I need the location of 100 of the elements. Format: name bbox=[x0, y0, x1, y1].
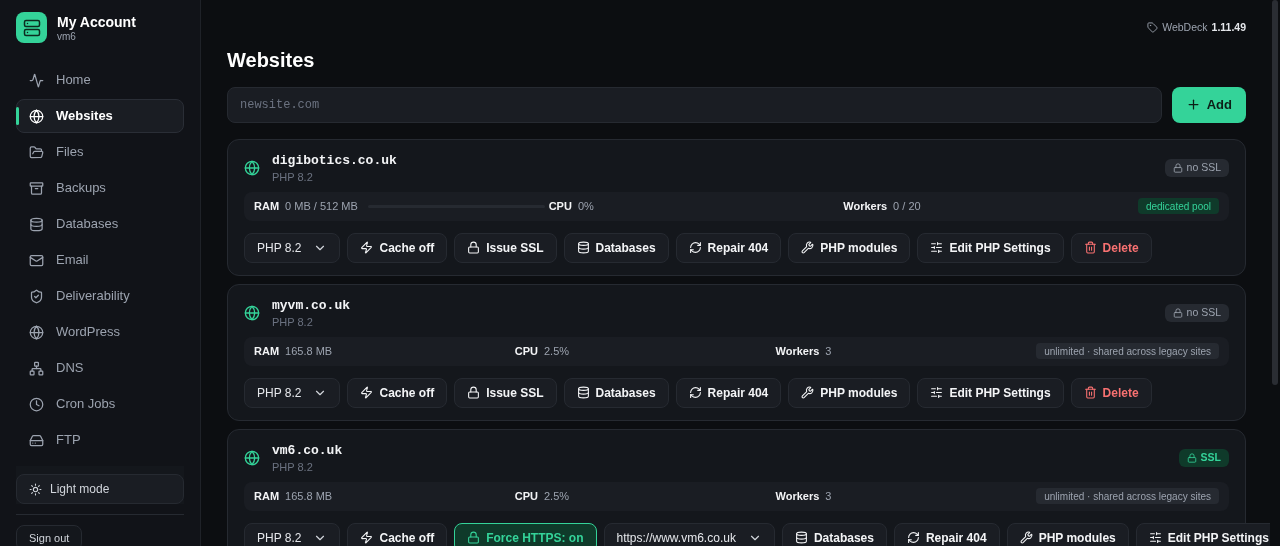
active-indicator bbox=[16, 107, 19, 125]
stat-label: CPU bbox=[514, 344, 538, 359]
account-title: My Account bbox=[57, 13, 136, 31]
wrench-icon bbox=[801, 386, 815, 400]
ssl-badge: SSL bbox=[1178, 448, 1229, 467]
settings-button[interactable]: Edit PHP Settings bbox=[917, 377, 1064, 408]
cache-button[interactable]: Cache off bbox=[347, 522, 448, 546]
settings-button[interactable]: Edit PHP Settings bbox=[917, 232, 1064, 263]
network-icon bbox=[29, 360, 44, 376]
stat-label: RAM bbox=[254, 199, 280, 214]
delete-button[interactable]: Delete bbox=[1070, 232, 1152, 263]
sidebar-item[interactable]: Backups bbox=[16, 171, 184, 205]
pool-tag: dedicated pool bbox=[1137, 198, 1219, 215]
select-dropdown[interactable]: https://www.vm6.co.uk bbox=[603, 522, 775, 546]
lock-icon bbox=[1172, 307, 1183, 318]
cache-button[interactable]: Cache off bbox=[347, 377, 448, 408]
trash-icon bbox=[1083, 386, 1097, 400]
databases-button[interactable]: Databases bbox=[563, 377, 669, 408]
domain-input[interactable]: newsite.com bbox=[227, 86, 1162, 123]
force-https-toggle[interactable]: Force HTTPS: on bbox=[454, 522, 597, 546]
site-domain: vm6.co.uk bbox=[272, 441, 343, 460]
tag-icon bbox=[1147, 22, 1159, 34]
account-subtitle: vm6 bbox=[57, 30, 77, 42]
sliders-icon bbox=[930, 241, 944, 255]
cache-button[interactable]: Cache off bbox=[347, 232, 448, 263]
lock-icon bbox=[1186, 452, 1197, 463]
clock-icon bbox=[29, 396, 44, 412]
page-title: Websites bbox=[227, 47, 315, 73]
sidebar-item[interactable]: Email bbox=[16, 243, 184, 277]
settings-button[interactable]: Edit PHP Settings bbox=[1135, 522, 1270, 546]
product-name: WebDeck bbox=[1162, 20, 1208, 35]
sidebar-item[interactable]: DNS bbox=[16, 351, 184, 385]
refresh-icon bbox=[906, 531, 920, 545]
php-version: PHP 8.2 bbox=[272, 169, 314, 184]
scrollbar-thumb[interactable] bbox=[1272, 0, 1278, 385]
mail-icon bbox=[29, 252, 44, 268]
repair-button[interactable]: Repair 404 bbox=[893, 522, 1000, 546]
php-version: PHP 8.2 bbox=[272, 314, 314, 329]
database-icon bbox=[576, 386, 590, 400]
sign-out-button[interactable]: Sign out bbox=[16, 525, 83, 546]
select-dropdown[interactable]: PHP 8.2 bbox=[244, 522, 341, 546]
stat-label: Workers bbox=[843, 199, 888, 214]
sidebar-item[interactable]: Files bbox=[16, 135, 184, 169]
modules-button[interactable]: PHP modules bbox=[788, 377, 911, 408]
php-version: PHP 8.2 bbox=[272, 459, 314, 474]
databases-button[interactable]: Databases bbox=[781, 522, 887, 546]
sliders-icon bbox=[930, 386, 944, 400]
sidebar-item[interactable]: Databases bbox=[16, 207, 184, 241]
stat-value: 2.5% bbox=[544, 344, 570, 359]
lock-icon bbox=[1172, 162, 1183, 173]
pool-tag: unlimited · shared across legacy sites bbox=[1036, 488, 1219, 505]
shield-icon bbox=[29, 288, 44, 304]
sidebar-item[interactable]: Home bbox=[16, 63, 184, 97]
sun-icon bbox=[29, 482, 42, 496]
sidebar-item[interactable]: Deliverability bbox=[16, 279, 184, 313]
sidebar-item[interactable]: Cron Jobs bbox=[16, 387, 184, 421]
version-number: 1.11.49 bbox=[1211, 20, 1246, 35]
databases-button[interactable]: Databases bbox=[563, 232, 669, 263]
add-button[interactable]: Add bbox=[1171, 86, 1246, 123]
activity-icon bbox=[29, 72, 44, 88]
sidebar-item[interactable]: FTP bbox=[16, 423, 184, 457]
globe-icon bbox=[29, 324, 44, 340]
repair-button[interactable]: Repair 404 bbox=[675, 232, 782, 263]
stat-value: 0% bbox=[577, 199, 594, 214]
lock-icon bbox=[467, 531, 481, 545]
stat-label: Workers bbox=[775, 489, 820, 504]
globe-icon bbox=[244, 159, 260, 176]
wrench-icon bbox=[801, 241, 815, 255]
ssl-button[interactable]: Issue SSL bbox=[454, 232, 557, 263]
delete-button[interactable]: Delete bbox=[1070, 377, 1152, 408]
stat-label: RAM bbox=[254, 344, 280, 359]
modules-button[interactable]: PHP modules bbox=[1006, 522, 1129, 546]
stat-label: RAM bbox=[254, 489, 280, 504]
site-domain: myvm.co.uk bbox=[272, 296, 350, 315]
plus-icon bbox=[1185, 97, 1201, 113]
globe-icon bbox=[244, 449, 260, 466]
stat-value: 0 / 20 bbox=[893, 199, 921, 214]
stat-value: 165.8 MB bbox=[285, 344, 333, 359]
ssl-badge: no SSL bbox=[1164, 303, 1229, 322]
refresh-icon bbox=[688, 386, 702, 400]
lightning-icon bbox=[360, 531, 374, 545]
select-dropdown[interactable]: PHP 8.2 bbox=[244, 232, 341, 263]
folder-icon bbox=[29, 144, 44, 160]
drive-icon bbox=[29, 432, 44, 448]
stat-value: 2.5% bbox=[544, 489, 570, 504]
sidebar-item[interactable]: Websites bbox=[16, 99, 184, 133]
wrench-icon bbox=[1019, 531, 1033, 545]
database-icon bbox=[794, 531, 808, 545]
trash-icon bbox=[1083, 241, 1097, 255]
select-dropdown[interactable]: PHP 8.2 bbox=[244, 377, 341, 408]
stat-value: 3 bbox=[825, 489, 832, 504]
repair-button[interactable]: Repair 404 bbox=[675, 377, 782, 408]
database-icon bbox=[576, 241, 590, 255]
sliders-icon bbox=[1148, 531, 1162, 545]
theme-toggle[interactable]: Light mode bbox=[16, 474, 184, 504]
sidebar-item[interactable]: WordPress bbox=[16, 315, 184, 349]
ssl-button[interactable]: Issue SSL bbox=[454, 377, 557, 408]
stat-label: CPU bbox=[548, 199, 572, 214]
site-domain: digibotics.co.uk bbox=[272, 151, 397, 170]
modules-button[interactable]: PHP modules bbox=[788, 232, 911, 263]
